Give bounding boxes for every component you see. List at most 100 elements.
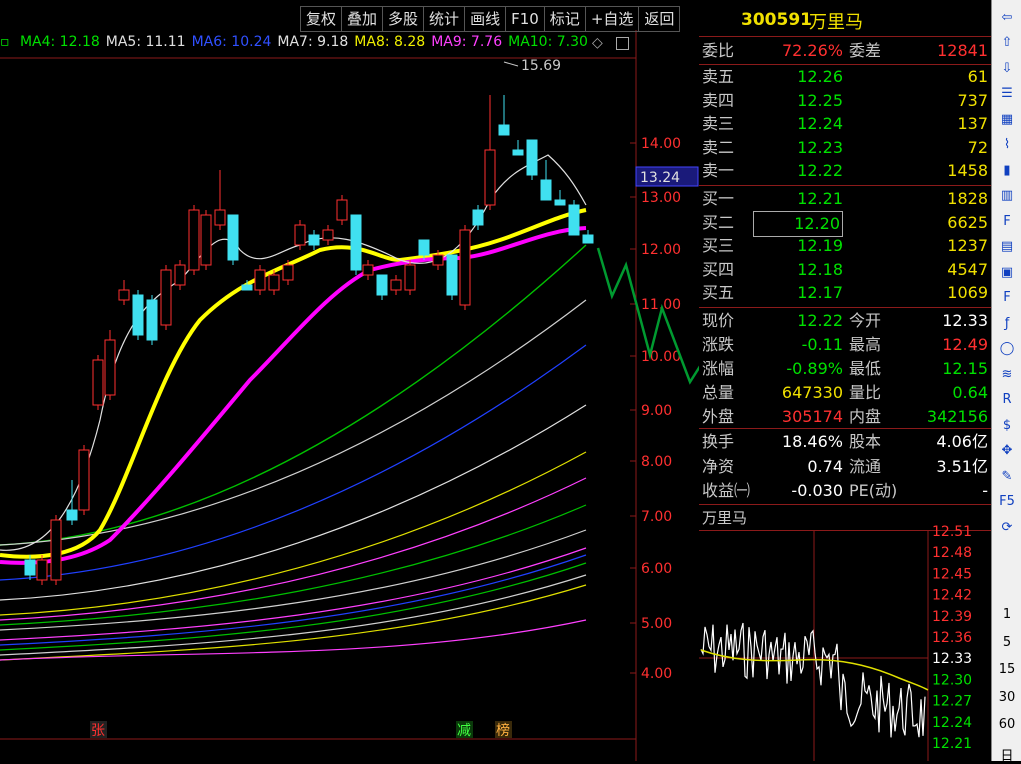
- row-value: 12.17: [797, 283, 843, 303]
- weibi-row: 委比 72.26% 委差 12841: [702, 41, 988, 60]
- toolbar-item-2[interactable]: 多股: [382, 6, 424, 32]
- buy-level-3[interactable]: 买三 12.19 1237: [699, 234, 991, 258]
- grid-icon[interactable]: ▦: [995, 108, 1019, 130]
- period-button-15[interactable]: 15: [992, 662, 1021, 677]
- chart-icon[interactable]: ≋: [995, 363, 1019, 385]
- candle-body: [92, 359, 104, 406]
- mini-axis-label: 12.45: [932, 566, 972, 582]
- axis-label: 14.00: [641, 136, 681, 152]
- row-value: -0.89%: [786, 359, 843, 378]
- arrow-down-icon[interactable]: ⇩: [995, 57, 1019, 79]
- ma-legend-item-4: MA8: 8.28: [354, 34, 426, 50]
- stat-row-3[interactable]: 总量 647330 量比 0.64: [699, 381, 991, 405]
- current-price-label: 13.24: [640, 170, 680, 186]
- buy-level-5[interactable]: 买五 12.17 1069: [699, 281, 991, 305]
- legend-toggle-icon[interactable]: [616, 37, 629, 50]
- f10-icon[interactable]: F: [995, 210, 1019, 232]
- period-button-60[interactable]: 60: [992, 717, 1021, 732]
- period-button-5[interactable]: 5: [992, 635, 1021, 650]
- pencil-icon[interactable]: ✎: [995, 465, 1019, 487]
- row-label-2: 今开: [849, 311, 882, 330]
- candle-chart-icon[interactable]: ▮: [995, 159, 1019, 181]
- legend-diamond-icon[interactable]: ◇: [592, 35, 603, 51]
- row-label: 卖五: [702, 67, 735, 86]
- fund-row-1[interactable]: 净资 0.74 流通 3.51亿: [699, 455, 991, 479]
- high-annotation: 15.69: [503, 58, 561, 74]
- period-button-30[interactable]: 30: [992, 690, 1021, 705]
- stat-row-1[interactable]: 涨跌 -0.11 最高 12.49: [699, 333, 991, 357]
- kline-chart[interactable]: 14.0013.0012.0011.0010.009.008.007.006.0…: [0, 0, 699, 761]
- row-label: 买二: [702, 212, 735, 232]
- candle-body: [568, 204, 580, 236]
- marker-zhang[interactable]: 张: [91, 723, 105, 739]
- candle-body: [336, 199, 348, 221]
- move-icon[interactable]: ✥: [995, 440, 1019, 462]
- marker-jian[interactable]: 减: [457, 723, 471, 739]
- mini-axis-label: 12.33: [932, 651, 972, 667]
- refresh-icon[interactable]: ⟳: [995, 516, 1019, 538]
- toolbar-item-7[interactable]: +自选: [584, 6, 639, 32]
- row-value: 12.25: [797, 90, 843, 110]
- row-value: 12.20: [753, 210, 843, 237]
- ma-lines: [0, 154, 587, 661]
- dollar-icon[interactable]: $: [995, 414, 1019, 436]
- row-value-2: 1458: [947, 161, 988, 181]
- sell-level-4[interactable]: 卖四 12.25 737: [699, 89, 991, 113]
- toolbar-item-8[interactable]: 返回: [638, 6, 681, 32]
- marker-bang[interactable]: 榜: [496, 722, 510, 739]
- sell-level-2[interactable]: 卖二 12.23 72: [699, 136, 991, 160]
- row-label: 总量: [702, 383, 735, 402]
- row-value-2: 3.51亿: [936, 456, 988, 476]
- ma-line: [0, 562, 587, 651]
- stat-row-0[interactable]: 现价 12.22 今开 12.33: [699, 309, 991, 333]
- table-icon[interactable]: ▤: [995, 236, 1019, 258]
- intraday-mini-chart[interactable]: 12.51 12.48 12.45 12.42 12.39 12.36 12.33 12.30…: [699, 520, 991, 761]
- toolbar-item-4[interactable]: 画线: [464, 6, 506, 32]
- rsi-icon[interactable]: R: [995, 389, 1019, 411]
- bars-icon[interactable]: ▥: [995, 185, 1019, 207]
- toolbar-item-3[interactable]: 统计: [423, 6, 465, 32]
- stat-row-2[interactable]: 涨幅 -0.89% 最低 12.15: [699, 357, 991, 381]
- arrow-up-icon[interactable]: ⇧: [995, 32, 1019, 54]
- axis-label: 6.00: [641, 561, 672, 577]
- candle-body: [50, 519, 62, 581]
- buy-level-4[interactable]: 买四 12.18 4547: [699, 258, 991, 282]
- list-icon[interactable]: ☰: [995, 83, 1019, 105]
- sell-level-5[interactable]: 卖五 12.26 61: [699, 65, 991, 89]
- arrow-left-icon[interactable]: ⇦: [995, 6, 1019, 28]
- buy-level-1[interactable]: 买一 12.21 1828: [699, 187, 991, 211]
- row-value-2: 12.15: [942, 359, 988, 378]
- toolbar-item-5[interactable]: F10: [505, 6, 544, 32]
- axis-label: 10.00: [641, 349, 681, 365]
- circle-icon[interactable]: ◯: [995, 338, 1019, 360]
- line-chart-icon[interactable]: ⌇: [995, 134, 1019, 156]
- candle-body: [472, 209, 484, 226]
- row-value: -0.11: [801, 335, 843, 354]
- toolbar-item-1[interactable]: 叠加: [341, 6, 383, 32]
- mini-axis-label: 12.36: [932, 630, 972, 646]
- candle-body: [36, 559, 48, 581]
- sell-level-1[interactable]: 卖一 12.22 1458: [699, 159, 991, 183]
- buy-level-2[interactable]: 买二 12.20 6625: [699, 210, 991, 237]
- sell-level-3[interactable]: 卖三 12.24 137: [699, 112, 991, 136]
- row-label-2: 流通: [849, 456, 882, 476]
- doc-icon[interactable]: ▣: [995, 261, 1019, 283]
- period-button-1[interactable]: 1: [992, 607, 1021, 622]
- row-value: 12.23: [797, 137, 843, 157]
- fund-row-2[interactable]: 收益㈠ -0.030 PE(动) -: [699, 479, 991, 503]
- f2-icon[interactable]: F: [995, 287, 1019, 309]
- fund-row-0[interactable]: 换手 18.46% 股本 4.06亿: [699, 430, 991, 454]
- toolbar-item-0[interactable]: 复权: [300, 6, 342, 32]
- row-label: 外盘: [702, 407, 735, 426]
- fx-icon[interactable]: ƒ: [995, 312, 1019, 334]
- row-value-2: 72: [967, 137, 988, 157]
- row-value-2: 737: [957, 90, 988, 110]
- f5-icon[interactable]: F5: [995, 491, 1019, 513]
- price-axis: 14.0013.0012.0011.0010.009.008.007.006.0…: [630, 136, 681, 682]
- ma-legend-item-0: MA4: 12.18: [19, 34, 100, 50]
- row-value-2: 6625: [947, 212, 988, 232]
- candle-body: [282, 264, 294, 281]
- stat-row-4[interactable]: 外盘 305174 内盘 342156: [699, 405, 991, 429]
- mini-price-line: [700, 622, 926, 738]
- toolbar-item-6[interactable]: 标记: [543, 6, 585, 32]
